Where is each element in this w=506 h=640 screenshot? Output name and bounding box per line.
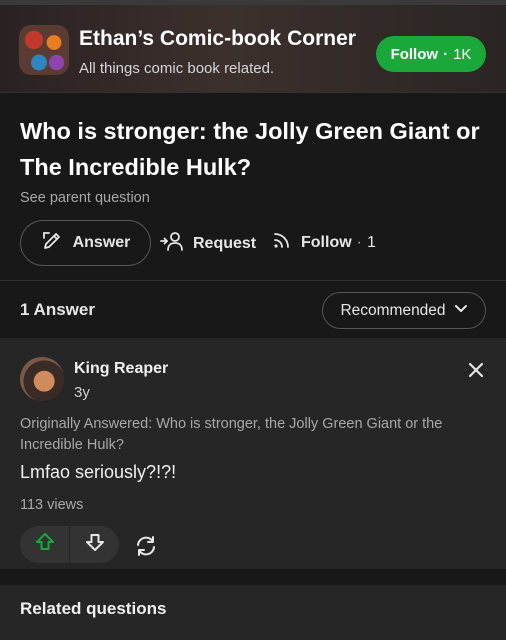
related-questions-title: Related questions	[20, 599, 167, 618]
follow-wifi-icon	[272, 230, 292, 255]
author-name[interactable]: King Reaper	[74, 360, 168, 378]
space-follow-button[interactable]: Follow · 1K	[376, 36, 486, 72]
related-questions-section: Related questions	[0, 585, 506, 640]
request-button-label: Request	[193, 234, 257, 252]
close-icon[interactable]	[466, 360, 486, 380]
space-description: All things comic book related.	[79, 60, 275, 77]
space-follow-count: 1K	[453, 45, 472, 63]
space-follow-separator: ·	[443, 45, 449, 63]
question-follow-count: 1	[366, 233, 376, 251]
question-follow-button[interactable]: Follow · 1	[272, 230, 376, 255]
upvote-arrow-icon	[35, 532, 55, 557]
space-title[interactable]: Ethan’s Comic-book Corner	[79, 27, 356, 51]
answers-count: 1 Answer	[20, 300, 95, 319]
answer-timestamp[interactable]: 3y	[74, 384, 90, 401]
edit-pencil-icon	[41, 230, 63, 257]
question-title: Who is stronger: the Jolly Green Giant o…	[20, 118, 480, 180]
sort-select[interactable]: Recommended	[322, 292, 486, 329]
downvote-button[interactable]	[70, 526, 119, 563]
space-follow-label: Follow	[390, 45, 439, 63]
request-button[interactable]: Request	[160, 230, 256, 257]
request-person-icon	[160, 230, 184, 257]
upvote-button[interactable]	[20, 526, 69, 563]
question-follow-label: Follow	[301, 233, 352, 251]
see-parent-question-link[interactable]: See parent question	[20, 190, 150, 206]
answer-body: Lmfao seriously?!?!	[20, 462, 177, 482]
answer-button[interactable]: Answer	[20, 220, 151, 266]
answer-button-label: Answer	[72, 234, 131, 251]
sort-select-value: Recommended	[340, 301, 446, 319]
originally-answered-text[interactable]: Originally Answered: Who is stronger, th…	[20, 414, 460, 456]
chevron-down-icon	[454, 301, 468, 320]
answer-card: King Reaper 3y Originally Answered: Who …	[0, 338, 506, 569]
question-follow-separator: ·	[356, 233, 362, 251]
question-block: Who is stronger: the Jolly Green Giant o…	[0, 92, 506, 280]
author-avatar[interactable]	[20, 357, 64, 401]
downvote-arrow-icon	[85, 532, 105, 557]
space-header: Ethan’s Comic-book Corner All things com…	[0, 0, 506, 92]
space-avatar[interactable]	[19, 25, 69, 75]
vote-group	[20, 526, 119, 563]
answer-views: 113 views	[20, 497, 84, 513]
answers-bar: 1 Answer Recommended	[0, 280, 506, 338]
reshare-icon[interactable]	[134, 534, 158, 558]
